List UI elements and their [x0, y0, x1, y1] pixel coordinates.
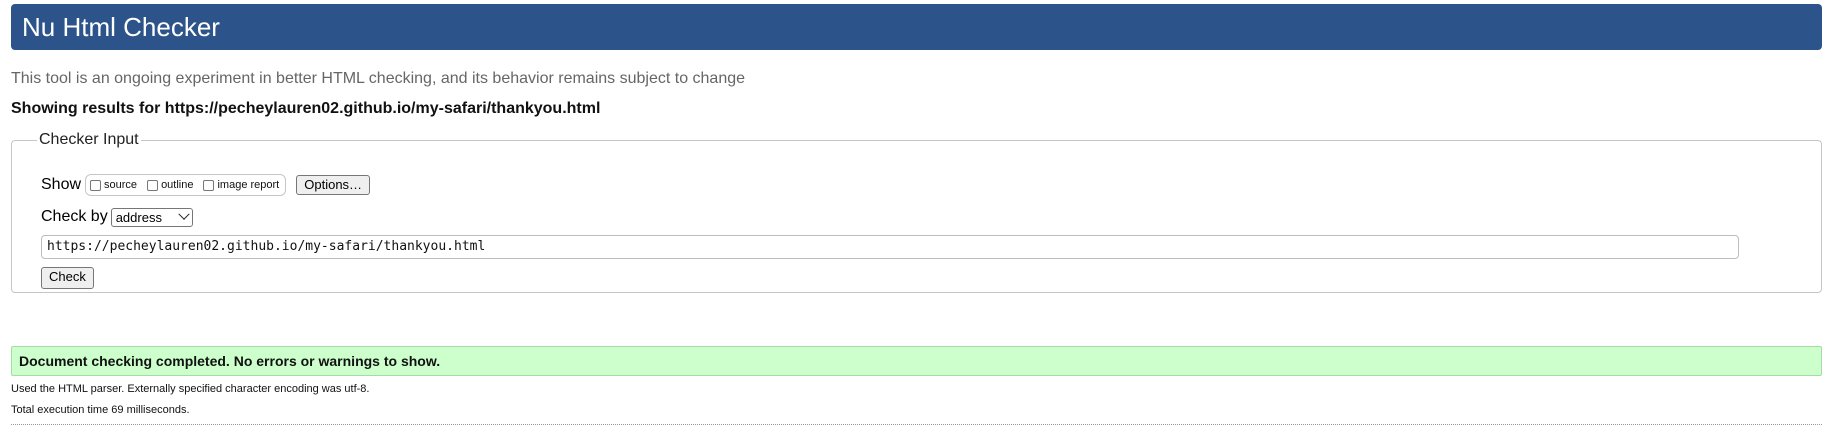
results-heading: Showing results for https://pecheylauren…: [11, 99, 600, 119]
check-by-label: Check by: [41, 208, 108, 225]
results-prefix: Showing results for: [11, 100, 161, 117]
show-outline-option[interactable]: outline: [147, 179, 193, 191]
image-report-checkbox[interactable]: [203, 179, 215, 191]
header-bar: Nu Html Checker: [11, 4, 1822, 50]
parser-info: Used the HTML parser. Externally specifi…: [11, 383, 370, 395]
show-label: Show: [41, 176, 82, 193]
check-by-row: Check by address: [41, 206, 193, 228]
options-button[interactable]: Options…: [296, 175, 371, 195]
check-button[interactable]: Check: [41, 267, 94, 289]
checker-input-panel: Checker Input Show source outline image …: [11, 131, 1822, 293]
show-image-report-option[interactable]: image report: [203, 179, 279, 191]
outline-checkbox[interactable]: [147, 179, 159, 191]
check-by-selected-value: address: [115, 209, 162, 225]
checker-input-legend: Checker Input: [39, 131, 139, 148]
chevron-down-icon: [178, 208, 190, 220]
source-checkbox-label: source: [104, 179, 138, 191]
success-message: Document checking completed. No errors o…: [11, 346, 1822, 376]
page-title: Nu Html Checker: [22, 12, 220, 42]
url-input[interactable]: https://pecheylauren02.github.io/my-safa…: [41, 235, 1739, 259]
image-report-checkbox-label: image report: [217, 179, 280, 191]
results-url: https://pecheylauren02.github.io/my-safa…: [164, 100, 601, 117]
page: Nu Html Checker This tool is an ongoing …: [0, 0, 1833, 432]
show-options-group: source outline image report: [85, 174, 287, 196]
outline-checkbox-label: outline: [161, 179, 194, 191]
show-row: Show source outline image report Options…: [41, 173, 371, 197]
tool-description: This tool is an ongoing experiment in be…: [11, 70, 746, 87]
show-source-option[interactable]: source: [90, 179, 137, 191]
execution-time: Total execution time 69 milliseconds.: [11, 404, 190, 416]
check-by-select[interactable]: address: [110, 207, 193, 227]
source-checkbox[interactable]: [90, 179, 102, 191]
divider: [11, 424, 1822, 425]
